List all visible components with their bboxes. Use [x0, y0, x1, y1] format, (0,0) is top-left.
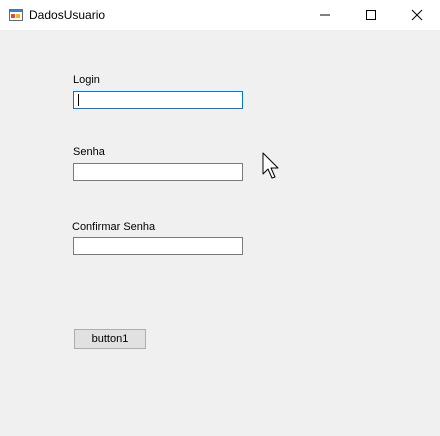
senha-input[interactable] [73, 163, 243, 181]
text-caret [78, 94, 79, 106]
form-client-area: Login Senha Confirmar Senha button1 [0, 30, 440, 436]
mouse-pointer-icon [262, 152, 282, 183]
title-bar[interactable]: DadosUsuario [0, 0, 440, 30]
button1[interactable]: button1 [74, 329, 146, 349]
close-button[interactable] [394, 0, 440, 30]
confirmar-senha-input[interactable] [73, 237, 243, 255]
window-title: DadosUsuario [29, 8, 106, 22]
login-label: Login [73, 74, 100, 86]
login-input[interactable] [73, 91, 243, 109]
confirmar-senha-label: Confirmar Senha [72, 221, 156, 233]
form-icon [9, 8, 23, 22]
close-icon [411, 9, 423, 21]
app-window: DadosUsuario Login Senha Confirmar Senha… [0, 0, 440, 436]
maximize-button[interactable] [348, 0, 394, 30]
maximize-icon [366, 10, 376, 20]
minimize-button[interactable] [302, 0, 348, 30]
senha-label: Senha [73, 146, 105, 158]
minimize-icon [320, 14, 330, 16]
